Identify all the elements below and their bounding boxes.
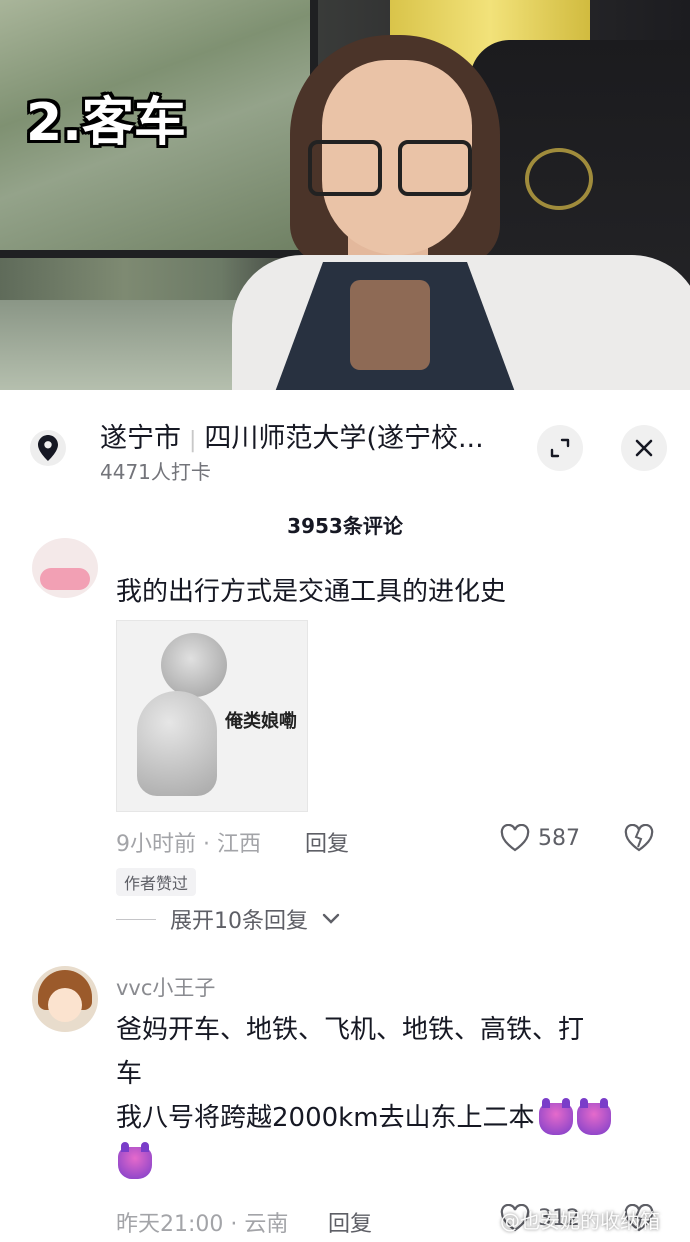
location-title[interactable]: 遂宁市 | 四川师范大学(遂宁校... xyxy=(100,416,484,455)
reply-button[interactable]: 回复 xyxy=(328,1206,372,1238)
checkin-count: 4471人打卡 xyxy=(100,460,211,484)
comment-line-3: 我八号将跨越2000km去山东上二本 xyxy=(116,1096,656,1140)
bus-window-lower xyxy=(0,300,260,390)
avatar-art xyxy=(40,568,90,590)
close-button[interactable] xyxy=(621,425,667,471)
heart-icon xyxy=(500,824,530,852)
comment-line: 车 xyxy=(116,1059,143,1089)
video-caption: 2.客车 xyxy=(26,93,186,153)
sticker-caption: 俺类娘嘞 xyxy=(225,711,297,732)
comment-text: 我的出行方式是交通工具的进化史 xyxy=(116,577,507,607)
expand-button[interactable] xyxy=(537,425,583,471)
sticker-head xyxy=(161,633,227,697)
person-sweater xyxy=(350,280,430,370)
avatar[interactable] xyxy=(32,966,98,1032)
comment-time: 9小时前 · 江西 xyxy=(116,832,261,857)
comment-line: 我八号将跨越2000km去山东上二本 xyxy=(116,1103,535,1133)
location-city: 遂宁市 xyxy=(100,423,181,454)
seat-logo xyxy=(525,148,593,210)
divider: | xyxy=(189,428,197,453)
watermark: @也安妮的收纳箱 xyxy=(500,1209,660,1233)
divider xyxy=(116,918,156,920)
comment-line-4 xyxy=(116,1140,656,1184)
expand-replies[interactable]: 展开10条回复 xyxy=(116,903,340,935)
video-frame[interactable]: 2.客车 xyxy=(0,0,690,390)
expand-icon xyxy=(550,438,570,458)
avatar-face xyxy=(48,988,82,1022)
comment-line: 爸妈开车、地铁、飞机、地铁、高铁、打 xyxy=(116,1015,585,1045)
sticker-body xyxy=(137,691,217,796)
like-count: 587 xyxy=(538,825,580,851)
devil-emoji-icon xyxy=(118,1141,152,1179)
broken-heart-icon xyxy=(624,823,654,852)
chevron-down-icon xyxy=(322,913,340,924)
glasses-left xyxy=(308,140,382,196)
devil-emoji-icon xyxy=(538,1097,573,1135)
comment-time: 昨天21:00 · 云南 xyxy=(116,1212,289,1237)
avatar[interactable] xyxy=(32,538,98,598)
dislike-button[interactable] xyxy=(624,823,654,856)
expand-replies-label: 展开10条回复 xyxy=(170,909,308,934)
glasses-right xyxy=(398,140,472,196)
location-place: 四川师范大学(遂宁校... xyxy=(204,423,484,454)
comment-text: 爸妈开车、地铁、飞机、地铁、高铁、打 车 我八号将跨越2000km去山东上二本 xyxy=(116,1008,656,1184)
sticker-image[interactable]: 俺类娘嘞 xyxy=(116,620,308,812)
reply-button[interactable]: 回复 xyxy=(305,826,349,858)
username[interactable]: vvc小王子 xyxy=(116,972,215,1002)
location-pin-icon xyxy=(30,430,66,466)
comment-count: 3953条评论 xyxy=(287,514,403,538)
author-liked-badge: 作者赞过 xyxy=(116,868,197,896)
close-icon xyxy=(635,439,653,457)
like-button[interactable]: 587 xyxy=(500,824,580,852)
devil-emoji-icon xyxy=(576,1097,611,1135)
